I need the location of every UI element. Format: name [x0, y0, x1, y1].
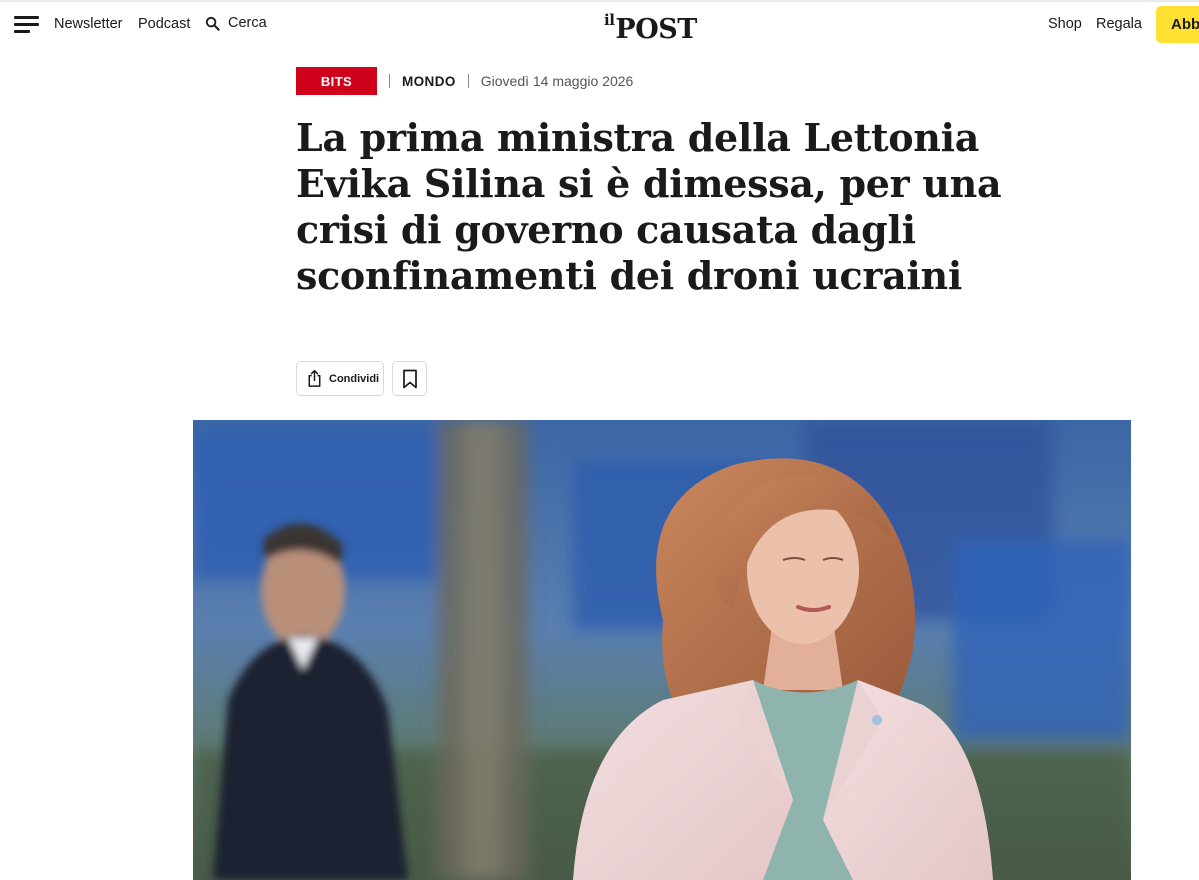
search-icon: [205, 16, 220, 31]
category-link[interactable]: MONDO: [402, 74, 456, 89]
article-date: Giovedì 14 maggio 2026: [480, 73, 634, 89]
nav-shop-link[interactable]: Shop: [1048, 16, 1082, 32]
search-label: Cerca: [228, 15, 267, 31]
hamburger-menu-icon[interactable]: [14, 16, 40, 36]
nav-regala-link[interactable]: Regala: [1096, 16, 1142, 32]
meta-divider: [389, 74, 390, 88]
site-logo[interactable]: il POST: [604, 6, 697, 46]
subscribe-button[interactable]: Abb: [1156, 6, 1199, 43]
logo-post: POST: [615, 14, 697, 45]
nav-newsletter-link[interactable]: Newsletter: [54, 16, 123, 32]
hero-image: [193, 420, 1131, 880]
article-meta: BITS MONDO Giovedì 14 maggio 2026: [296, 67, 633, 95]
nav-podcast-link[interactable]: Podcast: [138, 16, 190, 32]
article-headline: La prima ministra della Lettonia Evika S…: [296, 115, 1002, 298]
meta-divider: [467, 74, 469, 88]
article-actions: Condividi: [296, 361, 427, 396]
bookmark-button[interactable]: [392, 361, 427, 396]
share-label: Condividi: [329, 372, 380, 385]
hero-photo-illustration: [193, 420, 1131, 880]
bits-badge[interactable]: BITS: [296, 67, 377, 95]
bookmark-icon: [402, 369, 417, 388]
logo-il: il: [604, 11, 615, 29]
search-button[interactable]: Cerca: [205, 15, 267, 31]
share-button[interactable]: Condividi: [296, 361, 384, 396]
share-icon: [308, 369, 321, 387]
site-header: Newsletter Podcast Cerca il POST Shop Re…: [0, 2, 1199, 48]
